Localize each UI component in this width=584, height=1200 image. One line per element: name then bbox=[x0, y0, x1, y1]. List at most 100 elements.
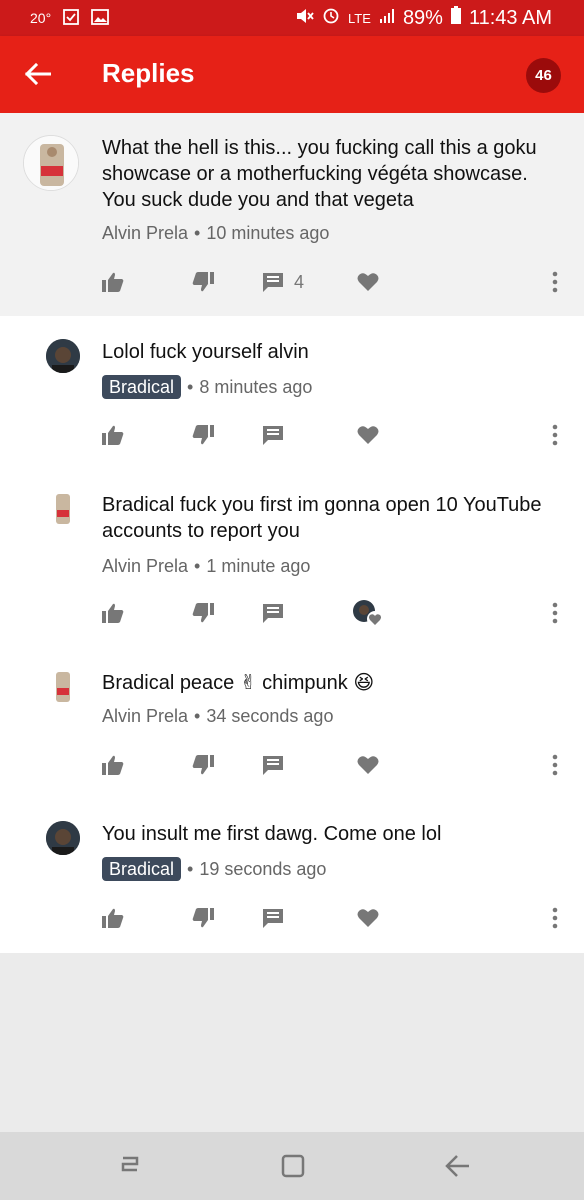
comment-time: 10 minutes ago bbox=[206, 223, 330, 243]
comment-meta: Alvin Prela • 34 seconds ago bbox=[102, 706, 333, 727]
more-vertical-icon bbox=[552, 424, 558, 446]
comment-icon bbox=[263, 273, 283, 292]
heart-button[interactable] bbox=[357, 420, 379, 450]
heart-button[interactable] bbox=[357, 903, 379, 933]
meta-separator: • bbox=[194, 706, 201, 726]
comment-actions bbox=[0, 750, 584, 780]
meta-separator: • bbox=[187, 376, 194, 397]
dislike-button[interactable] bbox=[192, 750, 214, 780]
creator-badge[interactable]: Bradical bbox=[102, 857, 182, 881]
comment-actions bbox=[0, 903, 584, 933]
battery-percent: 89% bbox=[402, 6, 443, 29]
more-vertical-icon bbox=[552, 602, 558, 624]
comment-actions: 4 bbox=[0, 267, 584, 297]
comment-actions bbox=[0, 598, 584, 628]
more-vertical-icon bbox=[552, 907, 558, 929]
reply-button[interactable] bbox=[262, 420, 284, 450]
comment-text: What the hell is this... you fucking cal… bbox=[102, 137, 537, 211]
heart-button[interactable] bbox=[357, 750, 379, 780]
creator-heart-icon bbox=[353, 600, 383, 627]
alarm-icon bbox=[322, 6, 340, 30]
author-name[interactable]: Alvin Prela bbox=[102, 706, 188, 727]
avatar[interactable] bbox=[46, 492, 80, 526]
like-button[interactable] bbox=[102, 267, 124, 297]
reply-button[interactable]: 4 bbox=[262, 267, 304, 297]
comment-icon bbox=[263, 426, 283, 445]
heart-icon bbox=[357, 426, 379, 444]
replies-list: Lolol fuck yourself alvin Bradical • 8 m… bbox=[0, 316, 584, 953]
home-icon bbox=[281, 1154, 305, 1178]
recent-apps-button[interactable] bbox=[113, 1152, 147, 1180]
parent-comment: What the hell is this... you fucking cal… bbox=[0, 113, 584, 316]
comment-meta: Bradical • 19 seconds ago bbox=[102, 857, 326, 881]
comment-text: Lolol fuck yourself alvin bbox=[102, 341, 309, 363]
comment-text: Bradical peace ✌ chimpunk 😆 bbox=[102, 672, 375, 694]
notification-count-badge[interactable]: 46 bbox=[526, 58, 561, 93]
like-button[interactable] bbox=[102, 420, 124, 450]
thumbs-up-icon bbox=[102, 425, 124, 445]
heart-icon bbox=[357, 756, 379, 774]
dislike-button[interactable] bbox=[192, 903, 214, 933]
back-button[interactable] bbox=[22, 58, 54, 90]
meta-separator: • bbox=[194, 556, 201, 576]
more-options-button[interactable] bbox=[552, 267, 558, 297]
more-options-button[interactable] bbox=[552, 598, 558, 628]
avatar[interactable] bbox=[46, 670, 80, 704]
heart-icon bbox=[357, 909, 379, 927]
author-name[interactable]: Alvin Prela bbox=[102, 556, 188, 577]
status-bar: 20° LTE 89% 11:43 AM bbox=[0, 0, 584, 36]
clock-time: 11:43 AM bbox=[468, 6, 552, 29]
reply-button[interactable] bbox=[262, 598, 284, 628]
more-options-button[interactable] bbox=[552, 420, 558, 450]
page-title: Replies bbox=[102, 58, 195, 88]
like-button[interactable] bbox=[102, 598, 124, 628]
comment-icon bbox=[263, 604, 283, 623]
home-button[interactable] bbox=[276, 1152, 310, 1180]
dislike-button[interactable] bbox=[192, 598, 214, 628]
back-nav-button[interactable] bbox=[440, 1152, 474, 1180]
back-nav-icon bbox=[445, 1155, 469, 1177]
comment-meta: Alvin Prela • 10 minutes ago bbox=[102, 223, 329, 244]
dislike-button[interactable] bbox=[192, 267, 214, 297]
comment-meta: Alvin Prela • 1 minute ago bbox=[102, 556, 310, 577]
avatar[interactable] bbox=[46, 339, 80, 373]
meta-separator: • bbox=[187, 858, 194, 879]
network-type: LTE bbox=[348, 10, 371, 26]
avatar[interactable] bbox=[23, 135, 79, 191]
mute-icon bbox=[296, 7, 314, 30]
thumbs-down-icon bbox=[192, 755, 214, 775]
dislike-button[interactable] bbox=[192, 420, 214, 450]
comment-meta: Bradical • 8 minutes ago bbox=[102, 375, 312, 399]
heart-button[interactable] bbox=[357, 267, 379, 297]
temperature-text: 20° bbox=[30, 10, 52, 26]
thumbs-down-icon bbox=[192, 425, 214, 445]
thumbs-up-icon bbox=[102, 755, 124, 775]
more-options-button[interactable] bbox=[552, 903, 558, 933]
thumbs-up-icon bbox=[102, 603, 124, 623]
comment-icon bbox=[263, 909, 283, 928]
author-name[interactable]: Alvin Prela bbox=[102, 223, 188, 244]
heart-icon bbox=[357, 273, 379, 291]
thumbs-down-icon bbox=[192, 908, 214, 928]
comment-text: Bradical fuck you first im gonna open 10… bbox=[102, 494, 542, 542]
thumbs-up-icon bbox=[102, 908, 124, 928]
recent-apps-icon bbox=[121, 1156, 139, 1172]
app-bar: Replies bbox=[0, 36, 584, 113]
reply-button[interactable] bbox=[262, 750, 284, 780]
like-button[interactable] bbox=[102, 903, 124, 933]
like-button[interactable] bbox=[102, 750, 124, 780]
more-options-button[interactable] bbox=[552, 750, 558, 780]
task-check-icon bbox=[63, 8, 80, 28]
thumbs-up-icon bbox=[102, 272, 124, 292]
creator-badge[interactable]: Bradical bbox=[102, 375, 182, 399]
battery-icon bbox=[450, 6, 461, 30]
arrow-left-icon bbox=[25, 63, 51, 85]
thumbs-down-icon bbox=[192, 603, 214, 623]
comment-text: You insult me first dawg. Come one lol bbox=[102, 823, 442, 845]
comment-time: 8 minutes ago bbox=[199, 376, 313, 397]
reply-button[interactable] bbox=[262, 903, 284, 933]
reply-count: 4 bbox=[294, 271, 305, 292]
comment-actions bbox=[0, 420, 584, 450]
avatar[interactable] bbox=[46, 821, 80, 855]
system-nav-bar bbox=[0, 1132, 584, 1200]
